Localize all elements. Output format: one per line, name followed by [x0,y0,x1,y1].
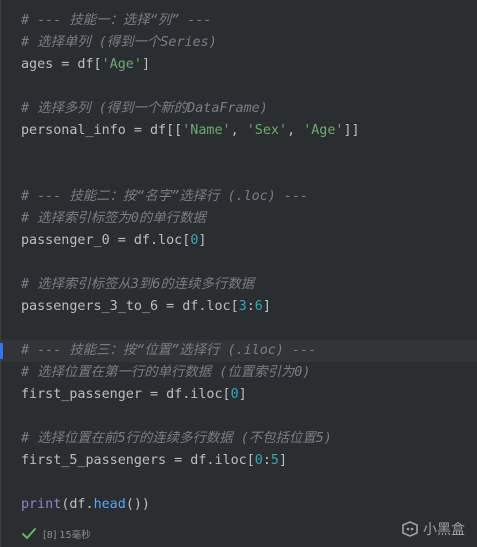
code-line-23[interactable]: print(df.head()) [21,494,477,516]
watermark-text: 小黑盒 [423,522,465,538]
code-line-16-current[interactable]: # --- 技能三：按“位置”选择行 (.iloc) --- [0,340,477,362]
number-literal: 0 [254,453,263,468]
code-text: ] [278,453,288,468]
code-line-14[interactable]: passengers_3_to_6 = df.loc[3:6] [21,296,477,318]
code-text: ] [262,299,271,314]
string-literal: 'Sex' [246,123,288,138]
code-text: ]] [343,123,360,138]
check-icon [22,528,36,539]
code-text: first_5_passengers = df.iloc[ [21,453,255,468]
comment: # 选择索引标签从3到6的连续多行数据 [21,277,255,292]
number-literal: 0 [230,387,239,402]
code-line-1[interactable]: # --- 技能一：选择“列” --- [21,10,477,32]
code-text: ] [238,387,247,402]
code-text: ] [198,233,207,248]
comment: # 选择位置在前5行的连续多行数据 (不包括位置5) [21,431,332,446]
builtin-function: print [21,497,62,512]
execution-time-label: [8] 15毫秒 [43,530,91,541]
code-line-4[interactable] [21,76,477,98]
text-caret [0,343,3,359]
code-area[interactable]: # --- 技能一：选择“列” --- # 选择单列 (得到一个Series) … [0,10,477,516]
code-text: (df. [61,497,94,512]
comment: # --- 技能二：按“名字”选择行 (.loc) --- [21,189,309,204]
comment: # 选择位置在第一行的单行数据 (位置索引为0) [21,365,311,380]
code-line-21[interactable]: first_5_passengers = df.iloc[0:5] [21,450,477,472]
comment: # 选择单列 (得到一个Series) [21,35,217,50]
number-literal: 3 [238,299,247,314]
number-literal: 6 [254,299,263,314]
method-call: head [93,497,126,512]
number-literal: 5 [270,453,279,468]
code-line-9[interactable]: # --- 技能二：按“名字”选择行 (.loc) --- [21,186,477,208]
code-text: passenger_0 = df.loc[ [21,233,191,248]
comment: # 选择索引标签为0的单行数据 [21,211,206,226]
comment: # 选择多列 (得到一个新的DataFrame) [21,101,268,116]
code-line-20[interactable]: # 选择位置在前5行的连续多行数据 (不包括位置5) [21,428,477,450]
string-literal: 'Age' [101,57,142,72]
comment: # --- 技能一：选择“列” --- [21,13,212,28]
string-literal: 'Name' [182,123,231,138]
code-text: personal_info = df[[ [21,123,183,138]
code-line-7[interactable] [21,142,477,164]
code-text: , [287,123,304,138]
code-line-12[interactable] [21,252,477,274]
code-line-8[interactable] [21,164,477,186]
code-line-15[interactable] [21,318,477,340]
code-line-10[interactable]: # 选择索引标签为0的单行数据 [21,208,477,230]
code-line-13[interactable]: # 选择索引标签从3到6的连续多行数据 [21,274,477,296]
watermark: 小黑盒 [401,519,465,539]
code-text: passengers_3_to_6 = df.loc[ [21,299,239,314]
code-line-11[interactable]: passenger_0 = df.loc[0] [21,230,477,252]
code-text: ()) [125,497,150,512]
code-text: , [230,123,247,138]
code-line-3[interactable]: ages = df['Age'] [21,54,477,76]
code-line-5[interactable]: # 选择多列 (得到一个新的DataFrame) [21,98,477,120]
code-text: ages = df[ [21,57,102,72]
code-line-22[interactable] [21,472,477,494]
string-literal: 'Age' [303,123,344,138]
code-line-18[interactable]: first_passenger = df.iloc[0] [21,384,477,406]
code-text: : [246,299,255,314]
code-line-6[interactable]: personal_info = df[['Name', 'Sex', 'Age'… [21,120,477,142]
code-editor[interactable]: # --- 技能一：选择“列” --- # 选择单列 (得到一个Series) … [0,0,477,547]
comment: # --- 技能三：按“位置”选择行 (.iloc) --- [21,343,317,358]
code-text: : [262,453,271,468]
code-line-17[interactable]: # 选择位置在第一行的单行数据 (位置索引为0) [21,362,477,384]
code-text: ] [141,57,150,72]
code-line-19[interactable] [21,406,477,428]
code-line-2[interactable]: # 选择单列 (得到一个Series) [21,32,477,54]
code-text: first_passenger = df.iloc[ [21,387,231,402]
heybox-logo-icon [402,521,418,537]
cell-execution-status: [8] 15毫秒 [21,524,91,544]
